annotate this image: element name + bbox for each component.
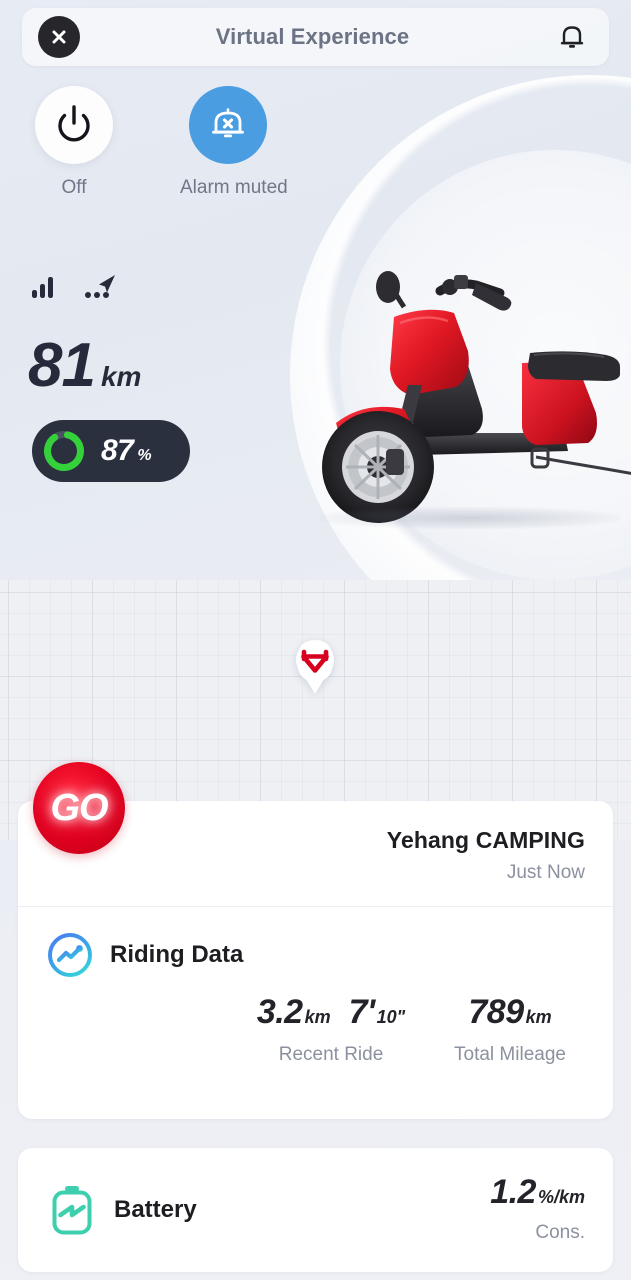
battery-consumption: 1.2 %/km Cons. <box>490 1173 585 1248</box>
gps-arrow-icon <box>85 275 115 298</box>
top-bar: Virtual Experience <box>22 8 609 66</box>
virtual-experience-screen: Virtual Experience Off Alarm muted 81 km… <box>0 0 631 1280</box>
battery-card-label: Battery <box>114 1196 197 1223</box>
battery-consumption-unit: %/km <box>537 1186 585 1207</box>
stat-total-mileage: 789 km Total Mileage <box>435 993 585 1066</box>
riding-data-icon <box>48 933 92 977</box>
stat-recent-duration: 7' 10" <box>349 993 406 1032</box>
battery-percent-text: 87 % <box>101 434 152 468</box>
scooter-illustration <box>322 271 631 523</box>
vehicle-last-update: Just Now <box>506 862 585 883</box>
vehicle-name: Yehang CAMPING <box>386 827 585 853</box>
riding-stats: 3.2 km 7' 10" Recent Ride 789 km Total M… <box>18 979 613 1066</box>
go-button[interactable]: GO <box>33 762 125 854</box>
range-unit: km <box>100 361 142 392</box>
power-icon <box>58 105 90 142</box>
stat-total-distance-number: 789 <box>468 993 524 1031</box>
stat-total-values: 789 km <box>435 993 585 1032</box>
stat-total-distance-unit: km <box>525 1007 552 1027</box>
stat-recent-duration-number: 7' <box>348 993 376 1031</box>
riding-data-label: Riding Data <box>110 941 244 968</box>
stat-recent-duration-unit: 10" <box>376 1007 406 1027</box>
stat-recent-distance-unit: km <box>304 1007 331 1027</box>
battery-card[interactable]: Battery 1.2 %/km Cons. <box>18 1148 613 1272</box>
battery-consumption-value-row: 1.2 %/km <box>490 1173 585 1212</box>
battery-ring-icon <box>44 431 84 471</box>
alarm-button-circle[interactable] <box>189 86 267 164</box>
range-value: 81 <box>28 331 96 400</box>
battery-consumption-caption: Cons. <box>535 1221 585 1243</box>
power-toggle-label: Off <box>61 177 87 198</box>
bell-muted-icon <box>212 108 244 138</box>
alarm-toggle-label: Alarm muted <box>180 177 288 198</box>
bell-icon <box>560 26 584 48</box>
stat-recent-distance-number: 3.2 <box>256 993 303 1031</box>
battery-card-row: Battery 1.2 %/km Cons. <box>18 1148 613 1272</box>
stat-recent-ride: 3.2 km 7' 10" Recent Ride <box>227 993 435 1066</box>
quick-actions: Off Alarm muted <box>26 86 288 199</box>
battery-consumption-value: 1.2 <box>490 1172 536 1211</box>
stat-recent-distance: 3.2 km <box>257 993 331 1032</box>
battery-percent-symbol: % <box>137 447 152 464</box>
stat-total-distance: 789 km <box>468 993 551 1032</box>
go-button-label: GO <box>50 786 108 829</box>
riding-data-header[interactable]: Riding Data <box>18 907 613 979</box>
power-button-circle[interactable] <box>35 86 113 164</box>
vehicle-card: Yehang CAMPING Just Now Riding Data 3.2 … <box>18 801 613 1119</box>
stat-recent-ride-caption: Recent Ride <box>278 1044 384 1065</box>
vehicle-location-pin-icon[interactable] <box>292 637 338 695</box>
battery-bolt-icon <box>52 1186 92 1235</box>
status-icons <box>30 272 120 300</box>
stat-recent-values: 3.2 km 7' 10" <box>227 993 435 1032</box>
page-title: Virtual Experience <box>215 24 410 49</box>
stat-total-mileage-caption: Total Mileage <box>454 1044 566 1065</box>
notifications-button[interactable] <box>551 16 593 58</box>
signal-bars-icon <box>32 277 53 298</box>
battery-level-pill[interactable]: 87 % <box>32 420 190 482</box>
alarm-toggle[interactable]: Alarm muted <box>180 86 288 199</box>
close-icon <box>52 30 66 44</box>
battery-percent-value: 87 <box>101 434 134 467</box>
power-toggle[interactable]: Off <box>26 86 122 199</box>
scooter-image <box>300 245 631 545</box>
scooter-shadow <box>320 507 620 529</box>
range-display: 81 km <box>28 335 141 397</box>
